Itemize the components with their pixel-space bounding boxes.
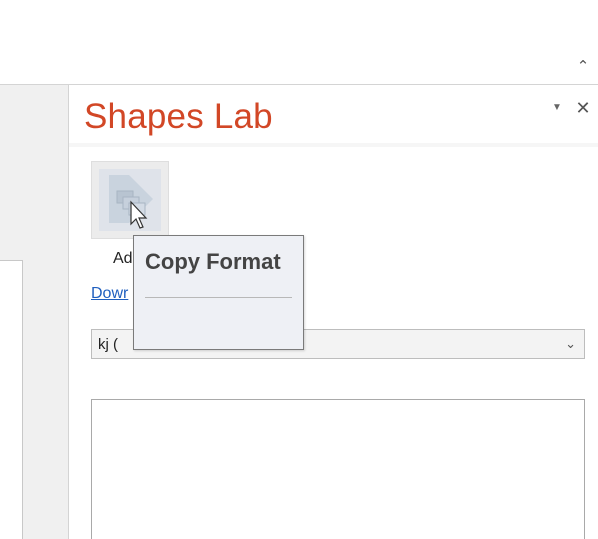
list-box[interactable]: [91, 399, 585, 539]
pane-header-strip: [69, 143, 598, 147]
feature-label: Ad: [113, 250, 133, 267]
tooltip-divider: [145, 297, 292, 298]
tooltip: Copy Format: [133, 235, 304, 350]
chevron-up-icon[interactable]: ⌃: [574, 58, 592, 76]
pane-title: Shapes Lab: [84, 97, 273, 136]
slide-canvas[interactable]: [0, 260, 23, 539]
triangle-down-icon[interactable]: ▼: [550, 102, 564, 116]
copy-format-button[interactable]: [91, 161, 169, 239]
ribbon-area: ⌃: [0, 0, 598, 85]
tooltip-title: Copy Format: [145, 249, 281, 274]
dropdown-selected-value: kj (: [98, 336, 118, 353]
slide-editing-area: [0, 85, 69, 539]
download-link[interactable]: Dowr: [91, 285, 128, 303]
copy-format-icon: [99, 169, 161, 231]
chevron-down-icon: ⌄: [565, 336, 576, 351]
close-icon[interactable]: ✕: [574, 99, 592, 117]
app-window: ⌃ Shapes Lab ▼ ✕ Ad Dowr kj ( ⌄ Copy For…: [0, 0, 598, 539]
